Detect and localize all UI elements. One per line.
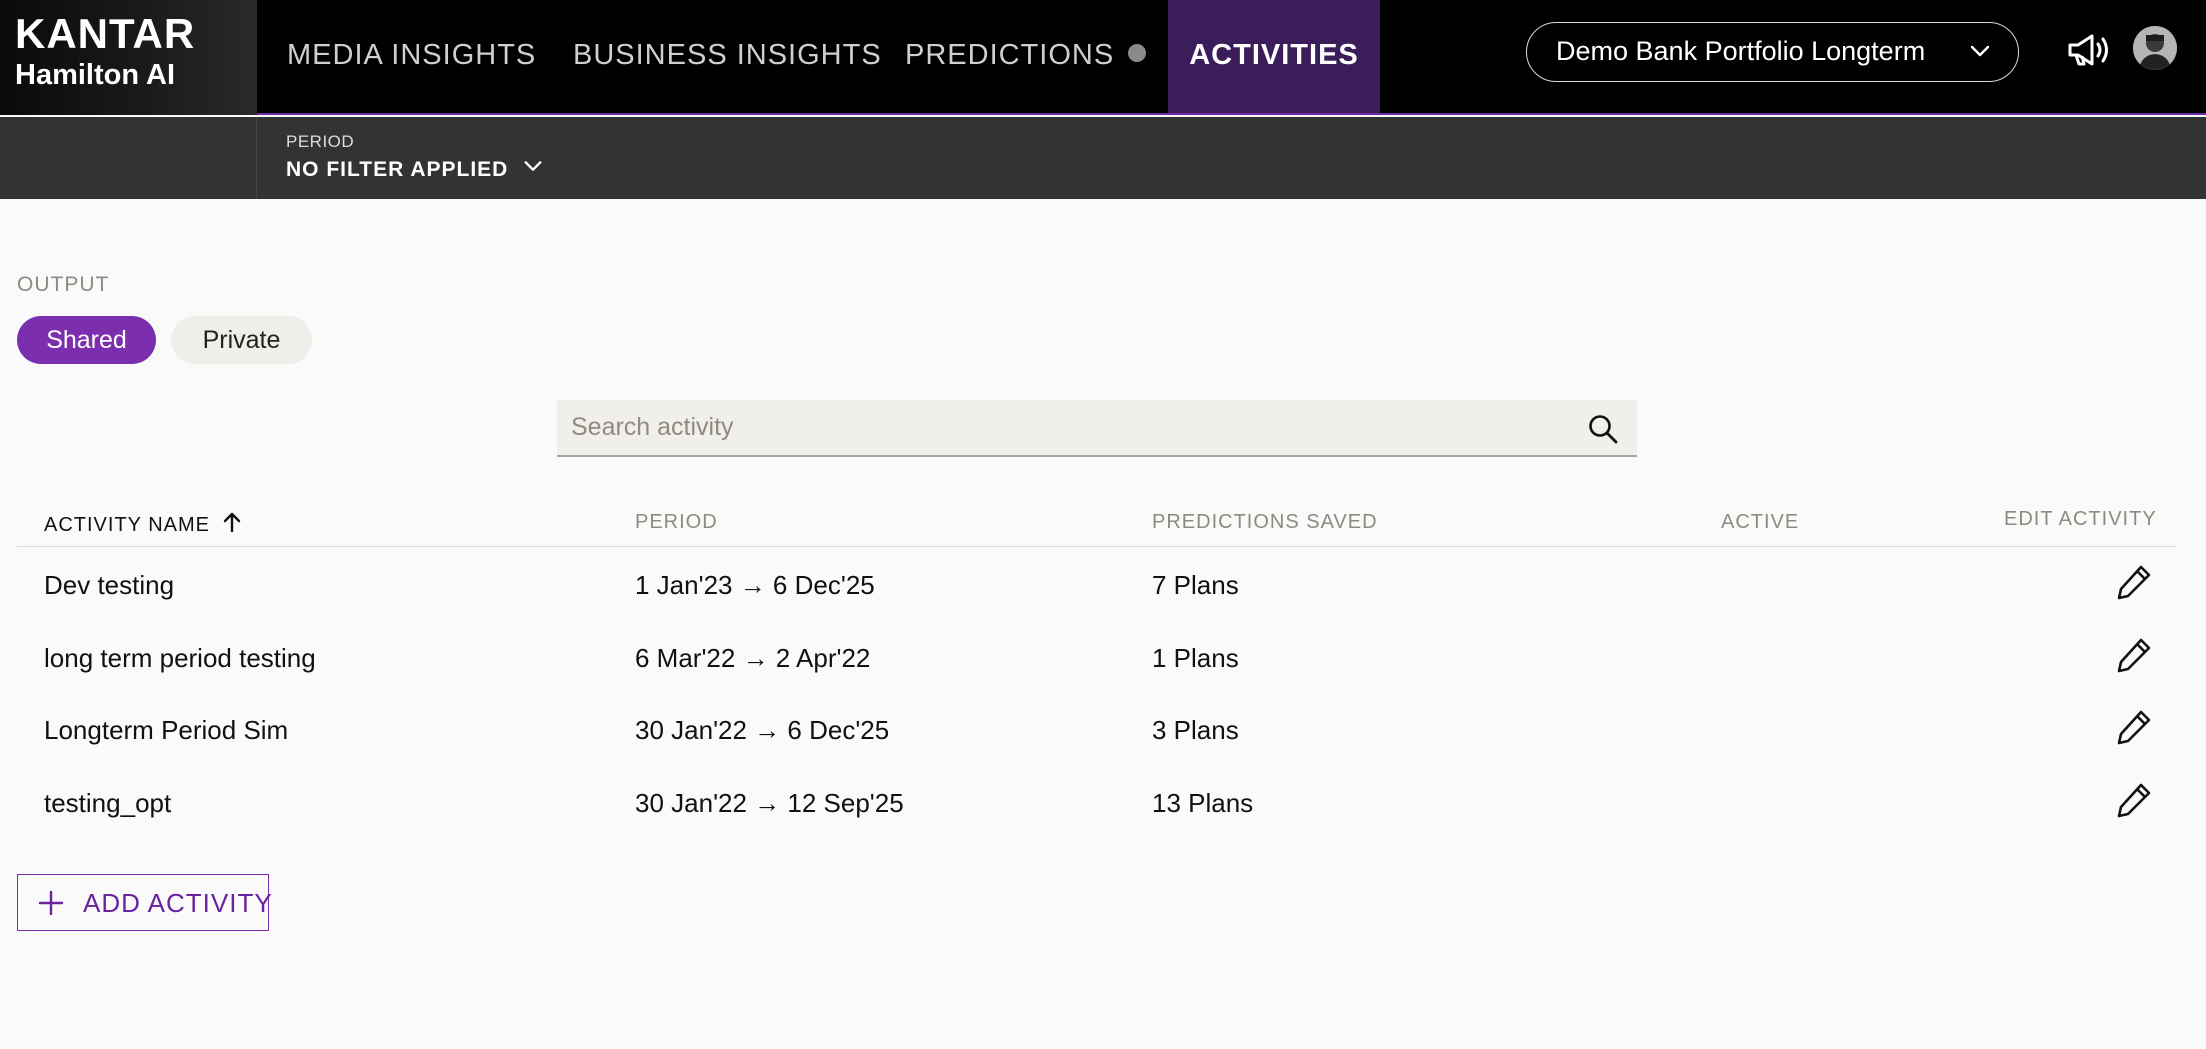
add-activity-button[interactable]: ADD ACTIVITY: [17, 874, 272, 931]
brand-logo[interactable]: KANTAR Hamilton AI: [0, 0, 257, 115]
chevron-down-icon: [1970, 45, 1990, 57]
output-private-toggle[interactable]: Private: [171, 316, 312, 364]
add-activity-label: ADD ACTIVITY: [83, 888, 273, 918]
nav-media-insights-label: MEDIA INSIGHTS: [287, 39, 537, 71]
table-row[interactable]: long term period testing 6 Mar'22 → 2 Ap…: [17, 638, 2177, 715]
activity-period-cell: 30 Jan'22 → 6 Dec'25: [635, 715, 890, 745]
column-header-activity-name-label: ACTIVITY NAME: [44, 514, 210, 536]
predictions-saved-cell: 13 Plans: [1152, 788, 1254, 818]
user-avatar-icon: [2133, 26, 2177, 70]
table-row[interactable]: Dev testing 1 Jan'23 → 6 Dec'25 7 Plans: [17, 565, 2177, 642]
period-filter-dropdown[interactable]: NO FILTER APPLIED: [286, 155, 544, 182]
status-dot-icon: [1128, 44, 1147, 62]
nav-media-insights[interactable]: MEDIA INSIGHTS: [287, 0, 536, 113]
predictions-saved-cell: 1 Plans: [1152, 643, 1239, 673]
top-navigation-bar: KANTAR Hamilton AI MEDIA INSIGHTS BUSINE…: [0, 0, 2206, 115]
nav-activities[interactable]: ACTIVITIES: [1168, 0, 1380, 113]
predictions-saved-cell: 7 Plans: [1152, 570, 1239, 600]
column-header-predictions-saved[interactable]: PREDICTIONS SAVED: [1152, 511, 1378, 534]
predictions-saved-cell: 3 Plans: [1152, 715, 1239, 745]
period-filter-label: PERIOD: [286, 132, 355, 151]
nav-predictions-label: PREDICTIONS: [905, 39, 1115, 71]
plus-icon: [38, 890, 64, 916]
arrow-up-icon: [223, 512, 241, 533]
pencil-icon[interactable]: [2114, 707, 2154, 747]
activity-period-cell: 6 Mar'22 → 2 Apr'22: [635, 643, 871, 673]
period-filter-value: NO FILTER APPLIED: [286, 158, 509, 181]
nav-activities-label: ACTIVITIES: [1189, 39, 1359, 71]
activity-name-cell: Longterm Period Sim: [44, 715, 289, 745]
nav-business-insights-label: BUSINESS INSIGHTS: [573, 39, 882, 71]
avatar[interactable]: [2133, 26, 2177, 70]
output-label: OUTPUT: [17, 273, 110, 296]
search-input[interactable]: [571, 400, 1531, 455]
brand-name: KANTAR: [15, 10, 196, 57]
table-row[interactable]: Longterm Period Sim 30 Jan'22 → 6 Dec'25…: [17, 710, 2177, 787]
column-header-activity-name[interactable]: ACTIVITY NAME: [44, 511, 242, 537]
activity-name-cell: Dev testing: [44, 570, 175, 600]
pencil-icon[interactable]: [2114, 562, 2154, 602]
activity-period-cell: 30 Jan'22 → 12 Sep'25: [635, 788, 904, 818]
output-shared-toggle[interactable]: Shared: [17, 316, 156, 364]
nav-predictions[interactable]: PREDICTIONS: [905, 0, 1147, 113]
search-icon[interactable]: [1587, 413, 1619, 445]
table-row[interactable]: testing_opt 30 Jan'22 → 12 Sep'25 13 Pla…: [17, 783, 2177, 860]
table-header-divider: [17, 546, 2177, 547]
brand-product: Hamilton AI: [15, 59, 176, 91]
activity-name-cell: long term period testing: [44, 643, 316, 673]
filter-bar: PERIOD NO FILTER APPLIED: [0, 117, 2206, 199]
account-selector[interactable]: Demo Bank Portfolio Longterm: [1526, 22, 2019, 82]
activity-name-cell: testing_opt: [44, 788, 172, 818]
activity-period-cell: 1 Jan'23 → 6 Dec'25: [635, 570, 875, 600]
chevron-down-icon: [524, 161, 542, 171]
megaphone-icon[interactable]: [2066, 30, 2114, 70]
column-header-edit-activity: EDIT ACTIVITY: [2004, 508, 2157, 530]
column-header-period[interactable]: PERIOD: [635, 511, 718, 534]
nav-business-insights[interactable]: BUSINESS INSIGHTS: [573, 0, 882, 113]
column-header-active[interactable]: ACTIVE: [1721, 511, 1799, 534]
pencil-icon[interactable]: [2114, 635, 2154, 675]
filter-bar-spacer: [0, 117, 257, 199]
pencil-icon[interactable]: [2114, 780, 2154, 820]
search-bar: [557, 400, 1637, 457]
account-selector-label: Demo Bank Portfolio Longterm: [1556, 36, 1926, 66]
